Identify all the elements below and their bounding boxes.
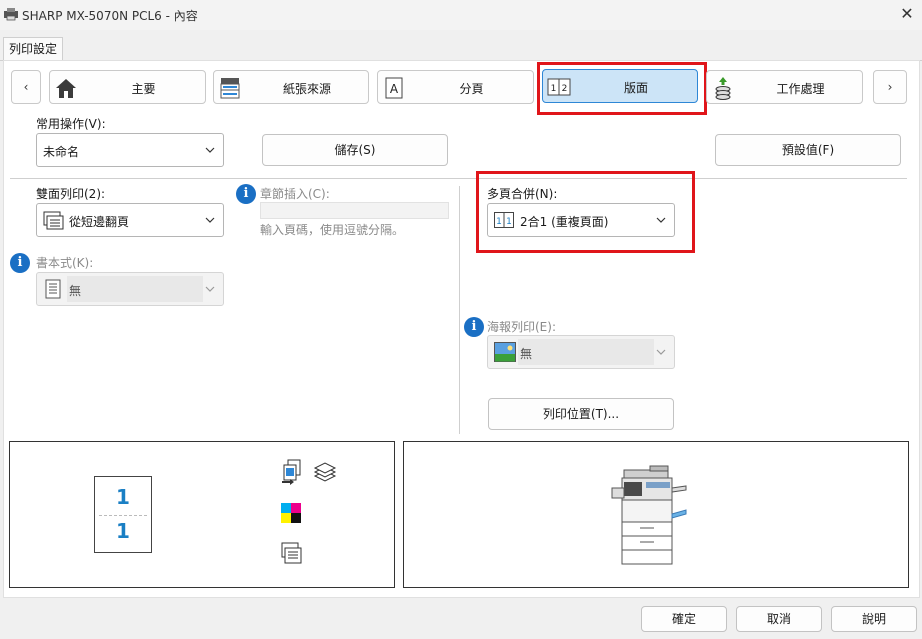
tab-main[interactable]: 主要 [49, 70, 206, 104]
tab-tabs-label: 分頁 [459, 82, 484, 96]
poster-landscape-icon [494, 342, 516, 362]
booklet-info-icon[interactable]: i [10, 253, 30, 273]
nav-next-button[interactable]: › [873, 70, 907, 104]
layout-1-2-icon: 1 2 [547, 78, 571, 96]
ok-button[interactable]: 確定 [641, 606, 727, 632]
duplex-value: 從短邊翻頁 [69, 215, 130, 229]
booklet-value: 無 [69, 284, 82, 298]
tab-job-handling[interactable]: 工作處理 [706, 70, 863, 104]
chapter-hint: 輸入頁碼，使用逗號分隔。 [260, 223, 405, 237]
section-divider [10, 178, 907, 179]
preview-page-split [99, 515, 147, 516]
svg-text:1: 1 [506, 217, 512, 227]
chevron-down-icon [205, 147, 215, 153]
tab-layout[interactable]: 1 2 版面 [542, 69, 698, 103]
tab-layout-label: 版面 [623, 81, 648, 95]
nup-label: 多頁合併(N): [487, 187, 558, 201]
poster-select-fill [518, 339, 654, 365]
poster-info-icon[interactable]: i [464, 317, 484, 337]
nup-value: 2合1 (重複頁面) [520, 215, 609, 229]
tab-paper-source[interactable]: 紙張來源 [213, 70, 369, 104]
duplex-label: 雙面列印(2): [36, 187, 106, 201]
booklet-label: 書本式(K): [36, 256, 94, 270]
poster-label: 海報列印(E): [487, 320, 556, 334]
save-button[interactable]: 儲存(S) [262, 134, 448, 166]
svg-text:A: A [390, 82, 399, 96]
tab-main-label: 主要 [131, 82, 156, 96]
svg-text:1: 1 [551, 84, 557, 94]
poster-value: 無 [520, 347, 533, 361]
duplex-short-edge-icon [43, 211, 64, 230]
common-ops-label: 常用操作(V): [36, 117, 106, 131]
page-a-icon: A [385, 77, 403, 99]
window-title: SHARP MX-5070N PCL6 - 內容 [22, 9, 198, 23]
booklet-icon [45, 279, 61, 299]
close-button[interactable]: ✕ [895, 3, 919, 25]
preview-digit-top: 1 [116, 485, 130, 509]
tab-job-handling-label: 工作處理 [776, 82, 825, 96]
tab-paper-source-label: 紙張來源 [282, 82, 331, 96]
home-icon [56, 79, 76, 98]
duplex-select[interactable]: 從短邊翻頁 [36, 203, 224, 237]
cancel-button[interactable]: 取消 [736, 606, 822, 632]
job-handling-icon [715, 77, 731, 100]
tab-tabs[interactable]: A 分頁 [377, 70, 534, 104]
print-position-button[interactable]: 列印位置(T)... [488, 398, 674, 430]
chevron-down-icon [205, 217, 215, 223]
collate-icon [282, 459, 301, 485]
preview-page: 1 1 [94, 476, 152, 553]
nav-prev-button[interactable]: ‹ [11, 70, 41, 104]
chevron-down-icon [656, 349, 666, 355]
chevron-down-icon [656, 217, 666, 223]
tab-print-settings[interactable]: 列印設定 [3, 37, 63, 61]
page-preview [9, 441, 395, 588]
chapter-info-icon[interactable]: i [236, 184, 256, 204]
two-up-icon: 1 1 [494, 212, 514, 228]
nup-select[interactable]: 1 1 2合1 (重複頁面) [487, 203, 675, 237]
svg-text:2: 2 [562, 84, 568, 94]
printer-device-image [611, 465, 687, 565]
chapter-label: 章節插入(C): [260, 187, 330, 201]
stack-icon [313, 462, 337, 482]
printer-icon [4, 8, 18, 21]
defaults-button[interactable]: 預設值(F) [715, 134, 901, 166]
booklet-select-fill [67, 276, 203, 302]
chevron-down-icon [205, 286, 215, 292]
preview-digit-bottom: 1 [116, 519, 130, 543]
paper-tray-icon [220, 78, 240, 99]
booklet-select: 無 [36, 272, 224, 306]
duplex-preview-icon [281, 542, 302, 564]
common-ops-select[interactable]: 未命名 [36, 133, 224, 167]
chapter-input [260, 202, 449, 219]
color-mode-icon [281, 503, 301, 523]
svg-text:1: 1 [496, 217, 502, 227]
column-divider [459, 186, 460, 434]
poster-select: 無 [487, 335, 675, 369]
common-ops-value: 未命名 [43, 145, 80, 159]
help-button[interactable]: 說明 [831, 606, 917, 632]
